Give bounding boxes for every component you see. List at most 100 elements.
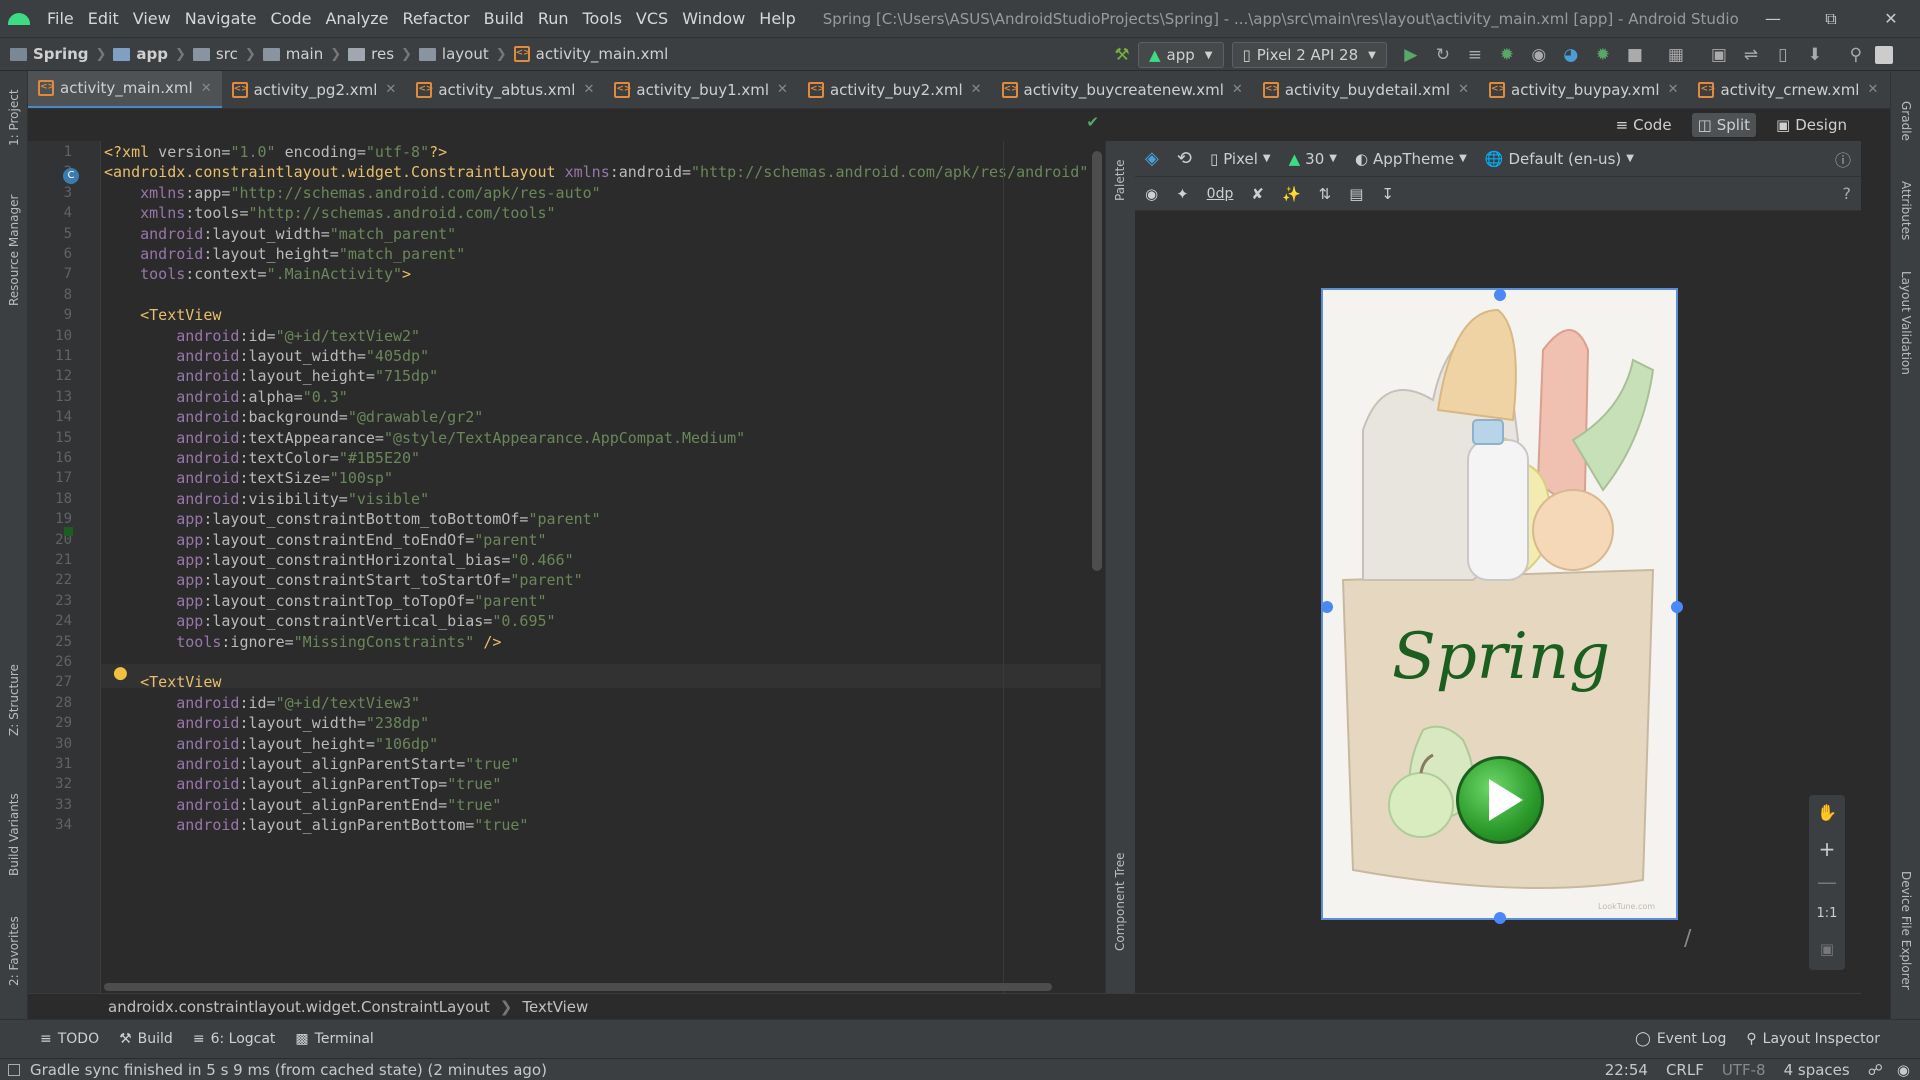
resize-handle-top[interactable] [1494,289,1506,301]
code-editor[interactable]: 1234567891011121314151617181920212223242… [28,141,1105,993]
infer-constraints-icon[interactable]: ✨ [1282,185,1301,203]
menu-view[interactable]: View [133,9,171,28]
code-line[interactable]: android:id="@+id/textView2" [104,327,420,345]
menu-vcs[interactable]: VCS [636,9,668,28]
menu-analyze[interactable]: Analyze [325,9,388,28]
code-line[interactable]: android:textAppearance="@style/TextAppea… [104,429,745,447]
zoom-out-icon[interactable]: — [1809,867,1845,897]
hammer-icon[interactable]: ⚒ [1109,42,1135,68]
crumb-main[interactable]: main [286,45,323,63]
build-tool-button[interactable]: ⚒ Build [119,1031,173,1047]
clear-constraints-icon[interactable]: ✘ [1251,185,1264,203]
code-line[interactable]: android:alpha="0.3" [104,388,348,406]
pack-icon[interactable]: ↧ [1381,185,1394,203]
code-line[interactable]: android:layout_height="715dp" [104,367,438,385]
minimize-icon[interactable]: — [1744,0,1802,37]
close-window-icon[interactable]: ✕ [1862,0,1920,37]
code-line[interactable]: android:layout_alignParentEnd="true" [104,796,501,814]
caret-position[interactable]: 22:54 [1605,1061,1648,1079]
vertical-scrollbar[interactable] [1092,151,1102,571]
locale-select[interactable]: 🌐 Default (en-us) ▼ [1485,150,1634,168]
code-line[interactable]: android:background="@drawable/gr2" [104,408,483,426]
code-line[interactable]: app:layout_constraintVertical_bias="0.69… [104,612,555,630]
menu-edit[interactable]: Edit [88,9,119,28]
attach-debugger-icon[interactable]: ✹ [1590,42,1616,68]
lock-icon[interactable]: ☍ [1868,1061,1883,1079]
profile-icon[interactable]: ◉ [1526,42,1552,68]
close-tab-icon[interactable]: ✕ [777,82,788,97]
avatar[interactable] [1874,46,1893,64]
zoom-to-fit-icon[interactable]: ▣ [1809,931,1845,967]
favorites-button[interactable]: 2: Favorites [7,916,21,986]
run-config-select[interactable]: ▲ app ▼ [1138,42,1224,68]
project-tool-button[interactable]: 1: Project [7,89,21,146]
code-line[interactable]: android:layout_width="405dp" [104,347,429,365]
crumb-layout[interactable]: layout [442,45,489,63]
code-line[interactable]: android:layout_height="106dp" [104,735,438,753]
guidelines-icon[interactable]: ⇅ [1319,185,1332,203]
terminal-tool-button[interactable]: ▩ Terminal [295,1031,373,1047]
code-line[interactable]: xmlns:app="http://schemas.android.com/ap… [104,184,601,202]
menu-tools[interactable]: Tools [583,9,622,28]
logcat-tool-button[interactable]: ≡ 6: Logcat [193,1031,276,1047]
menu-window[interactable]: Window [682,9,745,28]
theme-select[interactable]: ◐ AppTheme ▼ [1355,150,1467,168]
zoom-in-icon[interactable]: + [1809,831,1845,867]
code-line[interactable]: app:layout_constraintEnd_toEndOf="parent… [104,531,546,549]
crumb-file[interactable]: activity_main.xml [536,45,669,63]
code-line[interactable]: tools:ignore="MissingConstraints" /> [104,633,501,651]
color-swatch-icon[interactable] [64,527,73,536]
autoconnect-icon[interactable]: ✦ [1176,185,1189,203]
device-file-explorer-button[interactable]: Device File Explorer [1899,871,1913,990]
menu-navigate[interactable]: Navigate [185,9,257,28]
menu-help[interactable]: Help [759,9,795,28]
close-tab-icon[interactable]: ✕ [1668,82,1679,97]
file-encoding[interactable]: UTF-8 [1722,1061,1766,1079]
menu-code[interactable]: Code [271,9,312,28]
code-line[interactable]: android:layout_alignParentBottom="true" [104,816,528,834]
close-tab-icon[interactable]: ✕ [583,82,594,97]
menu-refactor[interactable]: Refactor [403,9,470,28]
crumb-textview[interactable]: TextView [522,998,588,1016]
tab-activity-buydetail[interactable]: <> activity_buydetail.xml ✕ [1253,71,1479,108]
apply-code-icon[interactable]: ≡ [1462,42,1488,68]
resize-handle-left[interactable] [1321,601,1333,613]
menu-file[interactable]: File [47,9,74,28]
warning-info-icon[interactable]: ⓘ [1835,147,1851,171]
device-select[interactable]: ▯ Pixel 2 API 28 ▼ [1231,42,1387,68]
resource-manager-button[interactable]: Resource Manager [7,195,21,306]
apply-changes-icon[interactable]: ↻ [1430,42,1456,68]
palette-button[interactable]: Palette [1113,159,1127,201]
code-line[interactable]: <androidx.constraintlayout.widget.Constr… [104,163,1088,181]
api-level-select[interactable]: ▲ 30 ▼ [1289,150,1337,168]
design-view-button[interactable]: ▣ Design [1770,113,1853,137]
code-line[interactable]: xmlns:tools="http://schemas.android.com/… [104,204,555,222]
close-tab-icon[interactable]: ✕ [201,81,212,96]
restore-icon[interactable]: ⧉ [1802,0,1860,37]
tab-activity-main[interactable]: <> activity_main.xml ✕ [28,71,222,108]
sync-gradle-icon[interactable]: ⇌ [1738,42,1764,68]
pan-hand-icon[interactable]: ✋ [1809,795,1845,831]
build-variants-button[interactable]: Build Variants [7,793,21,876]
menu-run[interactable]: Run [538,9,569,28]
tab-activity-crnew[interactable]: <> activity_crnew.xml ✕ [1688,71,1888,108]
stop-icon[interactable]: ■ [1622,42,1648,68]
avd-manager-icon[interactable]: ▣ [1706,42,1732,68]
phone-preview[interactable]: Spring LookTune.com [1321,288,1678,920]
crumb-project[interactable]: Spring [33,45,89,63]
tab-activity-prod[interactable]: <>activity_prod✕ [1888,71,1890,108]
lightbulb-icon[interactable]: ● [113,663,128,683]
line-separator[interactable]: CRLF [1666,1061,1704,1079]
close-tab-icon[interactable]: ✕ [1867,82,1878,97]
align-icon[interactable]: ▤ [1349,185,1363,203]
orientation-icon[interactable]: ⟲ [1177,148,1192,169]
attributes-tool-button[interactable]: Attributes [1899,181,1913,240]
device-manager-icon[interactable]: ▯ [1770,42,1796,68]
code-line[interactable]: android:visibility="visible" [104,490,429,508]
resize-handle-bottom[interactable] [1494,912,1506,924]
code-line[interactable]: android:textSize="100sp" [104,469,393,487]
code-line[interactable]: android:layout_width="match_parent" [104,225,456,243]
todo-tool-button[interactable]: ≡ TODO [40,1031,99,1047]
code-line[interactable]: android:textColor="#1B5E20" [104,449,420,467]
memory-indicator-icon[interactable]: ◉ [1897,1061,1910,1079]
